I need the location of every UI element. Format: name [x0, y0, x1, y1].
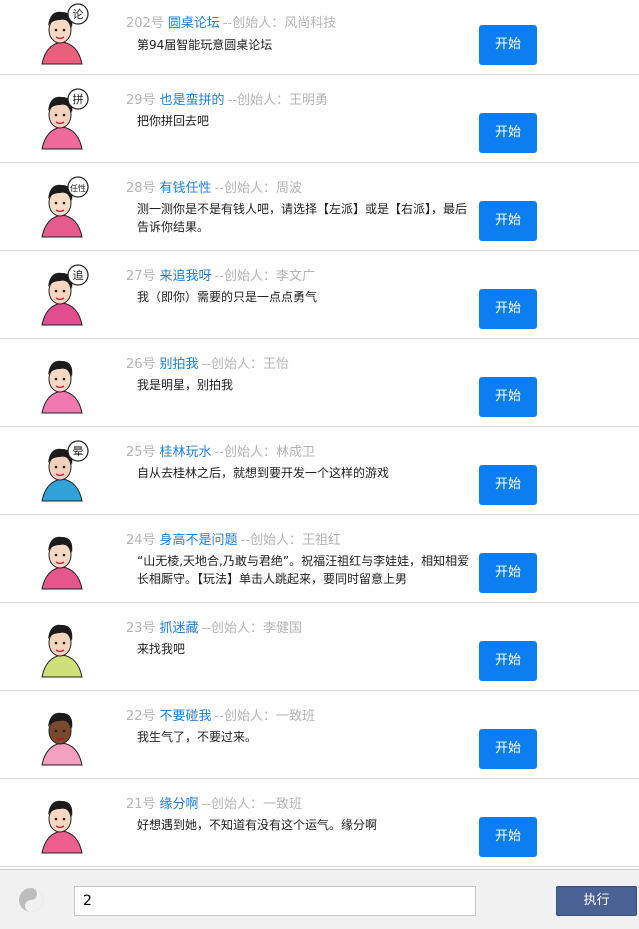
game-title-link[interactable]: 桂林玩水: [160, 445, 212, 460]
game-number: 21号: [126, 797, 156, 812]
game-heading: 28号 有钱任性 --创始人：周波: [126, 181, 302, 197]
game-heading: 202号 圆桌论坛 --创始人：风尚科技: [126, 16, 336, 32]
start-button[interactable]: 开始: [479, 729, 537, 769]
love-cartoon-icon: [28, 789, 96, 855]
game-creator: --创始人：李健国: [201, 621, 302, 636]
game-number: 28号: [126, 181, 156, 196]
start-button[interactable]: 开始: [479, 113, 537, 153]
round-table-cartoon-icon: 论: [28, 0, 96, 66]
game-description: 我（即你）需要的只是一点点勇气: [137, 290, 318, 304]
execute-button[interactable]: 执行: [556, 886, 637, 916]
game-list-item: 26号 别拍我 --创始人：王怡 我是明星，别拍我 开始: [0, 339, 639, 427]
game-creator: --创始人：王明勇: [227, 93, 328, 108]
game-list-item: 21号 缘分啊 --创始人：一致班 好想遇到她，不知道有没有这个运气。缘分啊 开始: [0, 779, 639, 867]
game-number: 29号: [126, 93, 156, 108]
game-description: “山无棱,天地合,乃敢与君绝”。祝福汪祖红与李娃娃，相知相爱长相厮守。【玩法】单…: [137, 554, 470, 586]
yin-yang-icon[interactable]: [18, 887, 44, 913]
game-creator: --创始人：一致班: [214, 709, 315, 724]
game-list-item: 追 27号 来追我呀 --创始人：李文广 我（即你）需要的只是一点点勇气 开始: [0, 251, 639, 339]
svg-text:拼: 拼: [73, 92, 84, 106]
game-creator: --创始人：李文广: [214, 269, 315, 284]
game-list-item: 24号 身高不是问题 --创始人：王祖红 “山无棱,天地合,乃敢与君绝”。祝福汪祖红…: [0, 515, 639, 603]
start-button[interactable]: 开始: [479, 25, 537, 65]
game-list-item: 22号 不要碰我 --创始人：一致班 我生气了，不要过来。 开始: [0, 691, 639, 779]
game-title-link[interactable]: 有钱任性: [160, 181, 212, 196]
start-button[interactable]: 开始: [479, 377, 537, 417]
game-heading: 23号 抓迷藏 --创始人：李健国: [126, 621, 302, 637]
game-description: 把你拼回去吧: [137, 114, 210, 128]
game-description: 好想遇到她，不知道有没有这个运气。缘分啊: [137, 818, 378, 832]
game-creator: --创始人：林成卫: [214, 445, 315, 460]
svg-text:任性: 任性: [70, 183, 86, 193]
puzzle-cartoon-icon: 拼: [28, 85, 96, 151]
svg-text:论: 论: [73, 7, 84, 21]
svg-text:晕: 晕: [73, 445, 84, 458]
start-button[interactable]: 开始: [479, 817, 537, 857]
game-title-link[interactable]: 缘分啊: [160, 797, 199, 812]
game-list-item: 论 202号 圆桌论坛 --创始人：风尚科技 第94届智能玩意圆桌论坛 开始: [0, 0, 639, 75]
game-creator: --创始人：周波: [214, 181, 302, 196]
rich-shopping-cartoon-icon: 任性: [28, 173, 96, 239]
game-number: 23号: [126, 621, 156, 636]
game-description: 我是明星，别拍我: [137, 378, 234, 392]
hide-seek-cartoon-icon: [28, 613, 96, 679]
game-title-link[interactable]: 圆桌论坛: [168, 16, 220, 31]
game-heading: 25号 桂林玩水 --创始人：林成卫: [126, 445, 315, 461]
game-list-item: 任性 28号 有钱任性 --创始人：周波 测一测你是不是有钱人吧，请选择【左派】或是…: [0, 163, 639, 251]
game-heading: 22号 不要碰我 --创始人：一致班: [126, 709, 315, 725]
command-input[interactable]: [74, 886, 476, 916]
game-description: 我生气了，不要过来。: [137, 730, 258, 744]
start-button[interactable]: 开始: [479, 465, 537, 505]
start-button[interactable]: 开始: [479, 201, 537, 241]
command-bar: 执行: [0, 869, 639, 929]
game-description: 自从去桂林之后，就想到要开发一个这样的游戏: [137, 466, 390, 480]
game-description: 测一测你是不是有钱人吧，请选择【左派】或是【右派】，最后告诉你结果。: [137, 202, 468, 234]
svg-text:追: 追: [73, 268, 84, 282]
game-title-link[interactable]: 不要碰我: [160, 709, 212, 724]
game-title-link[interactable]: 来追我呀: [160, 269, 212, 284]
game-title-link[interactable]: 也是蛮拼的: [160, 93, 225, 108]
game-heading: 21号 缘分啊 --创始人：一致班: [126, 797, 302, 813]
game-list-item: 晕 25号 桂林玩水 --创始人：林成卫 自从去桂林之后，就想到要开发一个这样的游戏…: [0, 427, 639, 515]
game-number: 26号: [126, 357, 156, 372]
game-creator: --创始人：风尚科技: [222, 16, 337, 31]
start-button[interactable]: 开始: [479, 641, 537, 681]
game-creator: --创始人：王怡: [201, 357, 289, 372]
game-list-item: 拼 29号 也是蛮拼的 --创始人：王明勇 把你拼回去吧 开始: [0, 75, 639, 163]
game-creator: --创始人：王祖红: [240, 533, 341, 548]
game-number: 24号: [126, 533, 156, 548]
game-list-item: 23号 抓迷藏 --创始人：李健国 来找我吧 开始: [0, 603, 639, 691]
game-number: 27号: [126, 269, 156, 284]
game-number: 22号: [126, 709, 156, 724]
running-cartoon-icon: 追: [28, 261, 96, 327]
star-cartoon-icon: [28, 349, 96, 415]
game-heading: 26号 别拍我 --创始人：王怡: [126, 357, 289, 373]
game-heading: 29号 也是蛮拼的 --创始人：王明勇: [126, 93, 328, 109]
angry-couple-cartoon-icon: [28, 701, 96, 767]
game-description: 来找我吧: [137, 642, 186, 656]
mustache-man-cartoon-icon: [28, 525, 96, 591]
game-creator: --创始人：一致班: [201, 797, 302, 812]
game-description: 第94届智能玩意圆桌论坛: [137, 38, 273, 52]
start-button[interactable]: 开始: [479, 289, 537, 329]
game-heading: 27号 来追我呀 --创始人：李文广: [126, 269, 315, 285]
game-heading: 24号 身高不是问题 --创始人：王祖红: [126, 533, 341, 549]
game-title-link[interactable]: 别拍我: [160, 357, 199, 372]
start-button[interactable]: 开始: [479, 553, 537, 593]
game-number: 25号: [126, 445, 156, 460]
game-title-link[interactable]: 身高不是问题: [160, 533, 238, 548]
game-number: 202号: [126, 16, 164, 31]
game-title-link[interactable]: 抓迷藏: [160, 621, 199, 636]
water-play-cartoon-icon: 晕: [28, 437, 96, 503]
game-list: 论 202号 圆桌论坛 --创始人：风尚科技 第94届智能玩意圆桌论坛 开始 拼 2…: [0, 0, 639, 867]
